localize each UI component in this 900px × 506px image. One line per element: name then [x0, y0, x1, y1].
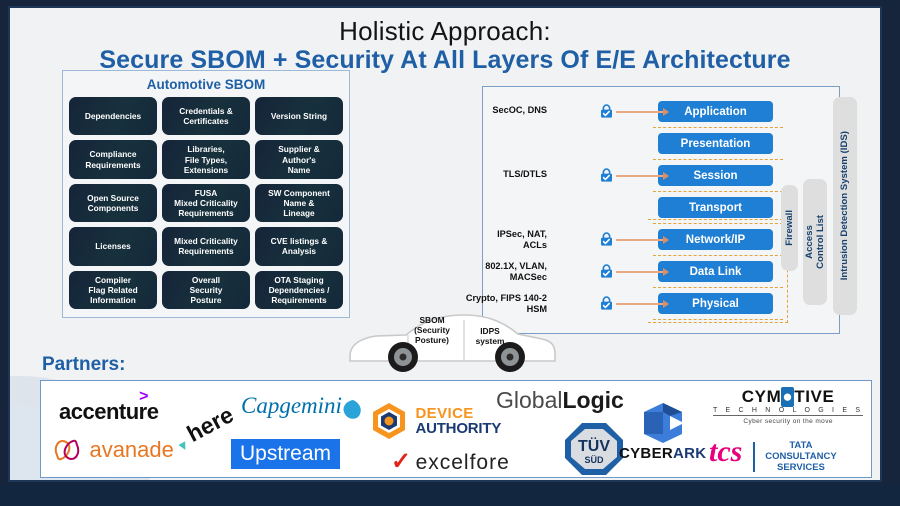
osi-security-label: IPSec, NAT, ACLs	[497, 229, 547, 251]
osi-layer-transport[interactable]: Transport	[658, 197, 773, 218]
osi-security-label: TLS/DTLS	[503, 169, 547, 179]
tuv-sud-octagon-icon: TÜV SÜD	[565, 423, 623, 475]
logo-globallogic: GlobalLogic	[496, 387, 624, 413]
car-label-sbom: SBOM (Security Posture)	[414, 315, 450, 346]
sbom-cell: FUSA Mixed Criticality Requirements	[162, 183, 250, 223]
page-title-line1: Holistic Approach:	[339, 16, 551, 46]
osi-layer-separator	[653, 287, 783, 288]
padlock-icon	[600, 296, 613, 310]
padlock-icon	[600, 264, 613, 278]
osi-layer-separator	[653, 319, 783, 320]
osi-security-label: 802.1X, VLAN, MACSec	[485, 261, 547, 283]
slide-frame: Holistic Approach: Secure SBOM + Securit…	[8, 6, 882, 482]
osi-layer-separator	[653, 127, 783, 128]
sbom-cell: Licenses	[69, 227, 157, 266]
osi-layer-session[interactable]: Session	[658, 165, 773, 186]
sbom-cell: Overall Security Posture	[162, 270, 250, 309]
osi-layer-separator	[653, 159, 783, 160]
sbom-cell: Compliance Requirements	[69, 140, 157, 179]
osi-control-intrusion-detection-system-ids-: Intrusion Detection System (IDS)	[833, 97, 857, 315]
osi-layer-application[interactable]: Application	[658, 101, 773, 122]
accenture-chevron-icon: >	[139, 388, 149, 405]
device-authority-hex-icon	[373, 403, 405, 439]
logo-accenture: accenture >	[59, 388, 159, 424]
excelfore-check-icon: ✓	[391, 448, 412, 475]
svg-text:TÜV: TÜV	[578, 436, 610, 455]
car-label-idps: IDPS system	[475, 326, 505, 347]
logo-tuv-sud: TÜV SÜD	[563, 421, 625, 480]
logo-upstream: Upstream	[231, 439, 341, 469]
osi-control-firewall: Firewall	[781, 185, 798, 271]
security-mapping-arrow	[616, 268, 669, 276]
osi-layer-network-ip[interactable]: Network/IP	[658, 229, 773, 250]
osi-layer-presentation[interactable]: Presentation	[658, 133, 773, 154]
vehicle-illustration: SBOM (Security Posture) IDPS system	[346, 304, 558, 374]
slide-footer-bar	[0, 484, 900, 506]
automotive-sbom-panel: Automotive SBOM Dependencies Credentials …	[62, 70, 350, 318]
slide: Holistic Approach: Secure SBOM + Securit…	[0, 0, 900, 506]
capgemini-mark-icon	[343, 400, 361, 419]
sbom-cell: Libraries, File Types, Extensions	[162, 140, 250, 179]
osi-layer-separator	[653, 223, 783, 224]
osi-layer-data-link[interactable]: Data Link	[658, 261, 773, 282]
logo-avanade: avanade	[51, 435, 174, 465]
osi-layers-panel: Application SecOC, DNS Presentation Session…	[466, 86, 857, 334]
sbom-cell: Version String	[255, 97, 343, 136]
slide-top-bar	[0, 0, 900, 5]
sbom-cell-grid: Dependencies Credentials & Certificates Ver…	[69, 97, 343, 309]
partners-logo-box: accenture > avanade here ▼ Capgemini Ups…	[40, 380, 872, 478]
osi-layer-physical[interactable]: Physical	[658, 293, 773, 314]
logo-cymotive: CYM●TIVE T E C H N O L O G I E S Cyber s…	[713, 387, 864, 425]
sbom-cell: Supplier & Author's Name	[255, 140, 343, 179]
logo-tcs: tcs TATA CONSULTANCY SERVICES	[709, 435, 837, 474]
osi-layer-separator	[653, 255, 783, 256]
svg-text:SÜD: SÜD	[584, 455, 604, 465]
sbom-cell: Mixed Criticality Requirements	[162, 227, 250, 266]
padlock-icon	[600, 232, 613, 246]
padlock-icon	[600, 168, 613, 182]
cyberark-cube-icon	[643, 403, 682, 443]
osi-control-access-control-list: Access Control List	[803, 179, 827, 305]
logo-capgemini: Capgemini	[241, 393, 361, 419]
osi-security-label: SecOC, DNS	[492, 105, 547, 115]
sbom-cell: Credentials & Certificates	[162, 97, 250, 136]
avanade-mark-icon	[54, 439, 80, 461]
security-mapping-arrow	[616, 108, 669, 116]
logo-device-authority: DEVICE AUTHORITY	[369, 401, 501, 441]
sbom-cell: Open Source Components	[69, 183, 157, 223]
osi-layer-separator	[653, 191, 783, 192]
sbom-cell: OTA Staging Dependencies / Requirements	[255, 270, 343, 309]
partners-heading: Partners:	[42, 354, 126, 375]
sbom-cell: SW Component Name & Lineage	[255, 183, 343, 223]
sbom-panel-heading: Automotive SBOM	[146, 77, 266, 92]
sbom-cell: CVE listings & Analysis	[255, 227, 343, 266]
logo-cyberark: CYBERARK	[619, 401, 706, 463]
tcs-divider	[752, 441, 755, 472]
logo-excelfore: ✓ excelfore	[391, 448, 510, 475]
security-mapping-arrow	[616, 300, 669, 308]
security-mapping-arrow	[616, 236, 669, 244]
logo-here: here ▼	[174, 401, 238, 456]
padlock-icon	[600, 104, 613, 118]
sbom-cell: Dependencies	[69, 97, 157, 136]
sbom-cell: Compiler Flag Related Information	[69, 270, 157, 309]
security-mapping-arrow	[616, 172, 669, 180]
